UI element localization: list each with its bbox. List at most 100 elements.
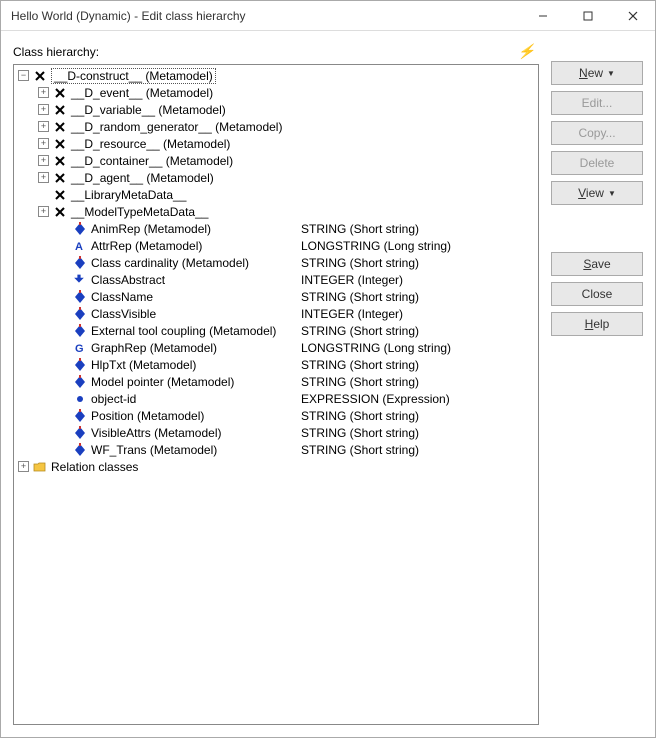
attr-type: INTEGER (Integer) (301, 307, 403, 321)
abstract-class-icon (53, 103, 67, 117)
lightning-icon[interactable]: ⚡ (518, 43, 539, 60)
new-button[interactable]: New▼ (551, 61, 643, 85)
expand-icon[interactable]: + (38, 104, 49, 115)
edit-button[interactable]: Edit... (551, 91, 643, 115)
expand-icon[interactable]: + (38, 155, 49, 166)
attr-label: Position (Metamodel) (91, 409, 204, 423)
abstract-class-icon (53, 171, 67, 185)
svg-text:A: A (75, 241, 83, 253)
tree-item[interactable]: + __ModelTypeMetaData__ (16, 203, 536, 220)
expand-icon[interactable]: + (38, 87, 49, 98)
attr-type: EXPRESSION (Expression) (301, 392, 450, 406)
attribute-icon (73, 358, 87, 372)
expand-icon[interactable]: + (18, 461, 29, 472)
attr-type: STRING (Short string) (301, 443, 419, 457)
tree-view[interactable]: − __D-construct__ (Metamodel) +__D_event… (13, 64, 539, 725)
no-expand (38, 189, 49, 200)
close-button[interactable] (610, 1, 655, 31)
maximize-button[interactable] (565, 1, 610, 31)
attr-type: STRING (Short string) (301, 409, 419, 423)
tree-item[interactable]: +__D_event__ (Metamodel) (16, 84, 536, 101)
window-title: Hello World (Dynamic) - Edit class hiera… (1, 9, 520, 23)
abstract-class-icon (53, 188, 67, 202)
tree-item[interactable]: + __D_agent__ (Metamodel) (16, 169, 536, 186)
attr-label: HlpTxt (Metamodel) (91, 358, 196, 372)
tree-attr-item[interactable]: WF_Trans (Metamodel)STRING (Short string… (16, 441, 536, 458)
tree-item[interactable]: + __D_resource__ (Metamodel) (16, 135, 536, 152)
attr-type: STRING (Short string) (301, 324, 419, 338)
no-expand (58, 223, 69, 234)
tree-item-label: __D_agent__ (Metamodel) (71, 171, 214, 185)
class-hierarchy-label: Class hierarchy: (13, 45, 518, 59)
attr-type: STRING (Short string) (301, 256, 419, 270)
tree-attr-item[interactable]: ClassVisible INTEGER (Integer) (16, 305, 536, 322)
tree-item-label: __D_resource__ (Metamodel) (71, 137, 230, 151)
attr-label: Class cardinality (Metamodel) (91, 256, 249, 270)
attr-type: STRING (Short string) (301, 426, 419, 440)
tree-attr-item[interactable]: AnimRep (Metamodel)STRING (Short string) (16, 220, 536, 237)
tree-attr-item[interactable]: AAttrRep (Metamodel)LONGSTRING (Long str… (16, 237, 536, 254)
abstract-class-icon (53, 154, 67, 168)
no-expand (58, 410, 69, 421)
no-expand (58, 393, 69, 404)
tree-attr-item[interactable]: ClassName STRING (Short string) (16, 288, 536, 305)
abstract-class-icon (53, 86, 67, 100)
collapse-icon[interactable]: − (18, 70, 29, 81)
folder-icon (33, 460, 47, 474)
delete-button[interactable]: Delete (551, 151, 643, 175)
save-button[interactable]: Save (551, 252, 643, 276)
tree-attr-item[interactable]: VisibleAttrs (Metamodel)STRING (Short st… (16, 424, 536, 441)
no-expand (58, 291, 69, 302)
expand-icon[interactable]: + (38, 138, 49, 149)
attr-label: ClassName (91, 290, 153, 304)
no-expand (58, 308, 69, 319)
attribute-icon (73, 324, 87, 338)
attribute-icon (73, 426, 87, 440)
tree-item[interactable]: __LibraryMetaData__ (16, 186, 536, 203)
expand-icon[interactable]: + (38, 121, 49, 132)
tree-item-label: __D-construct__ (Metamodel) (51, 68, 216, 84)
help-button[interactable]: Help (551, 312, 643, 336)
tree-attr-item[interactable]: HlpTxt (Metamodel) STRING (Short string) (16, 356, 536, 373)
tree-attr-item[interactable]: Model pointer (Metamodel)STRING (Short s… (16, 373, 536, 390)
tree-attr-item[interactable]: External tool coupling (Metamodel) STRING… (16, 322, 536, 339)
attr-type: INTEGER (Integer) (301, 273, 403, 287)
tree-item-label: __D_random_generator__ (Metamodel) (71, 120, 282, 134)
attribute-icon (73, 222, 87, 236)
tree-item[interactable]: + __D_random_generator__ (Metamodel) (16, 118, 536, 135)
tree-attr-item[interactable]: object-id EXPRESSION (Expression) (16, 390, 536, 407)
attribute-icon (73, 307, 87, 321)
attribute-icon (73, 290, 87, 304)
attr-label: object-id (91, 392, 136, 406)
attribute-icon (73, 375, 87, 389)
abstract-class-icon (33, 69, 47, 83)
copy-button[interactable]: Copy... (551, 121, 643, 145)
tree-item[interactable]: +__D_variable__ (Metamodel) (16, 101, 536, 118)
abstract-class-icon (53, 137, 67, 151)
close-window-button[interactable]: Close (551, 282, 643, 306)
no-expand (58, 444, 69, 455)
tree-item[interactable]: +__D_container__ (Metamodel) (16, 152, 536, 169)
tree-item-relation[interactable]: + Relation classes (16, 458, 536, 475)
minimize-button[interactable] (520, 1, 565, 31)
button-panel: New▼ Edit... Copy... Delete View▼ Save C… (551, 43, 643, 725)
no-expand (58, 274, 69, 285)
expand-icon[interactable]: + (38, 206, 49, 217)
expand-icon[interactable]: + (38, 172, 49, 183)
attr-type: STRING (Short string) (301, 290, 419, 304)
svg-text:G: G (75, 343, 84, 355)
tree-attr-item[interactable]: Position (Metamodel) STRING (Short string… (16, 407, 536, 424)
attribute-icon: G (73, 341, 87, 355)
tree-attr-item[interactable]: ClassAbstractINTEGER (Integer) (16, 271, 536, 288)
attr-label: External tool coupling (Metamodel) (91, 324, 276, 338)
tree-item-label: __ModelTypeMetaData__ (71, 205, 208, 219)
attr-label: ClassVisible (91, 307, 156, 321)
tree-attr-item[interactable]: GGraphRep (Metamodel)LONGSTRING (Long st… (16, 339, 536, 356)
tree-attr-item[interactable]: Class cardinality (Metamodel) STRING (Sho… (16, 254, 536, 271)
view-button[interactable]: View▼ (551, 181, 643, 205)
attr-type: STRING (Short string) (301, 358, 419, 372)
attribute-icon (73, 256, 87, 270)
no-expand (58, 240, 69, 251)
tree-item-root[interactable]: − __D-construct__ (Metamodel) (16, 67, 536, 84)
attribute-icon (73, 273, 87, 287)
